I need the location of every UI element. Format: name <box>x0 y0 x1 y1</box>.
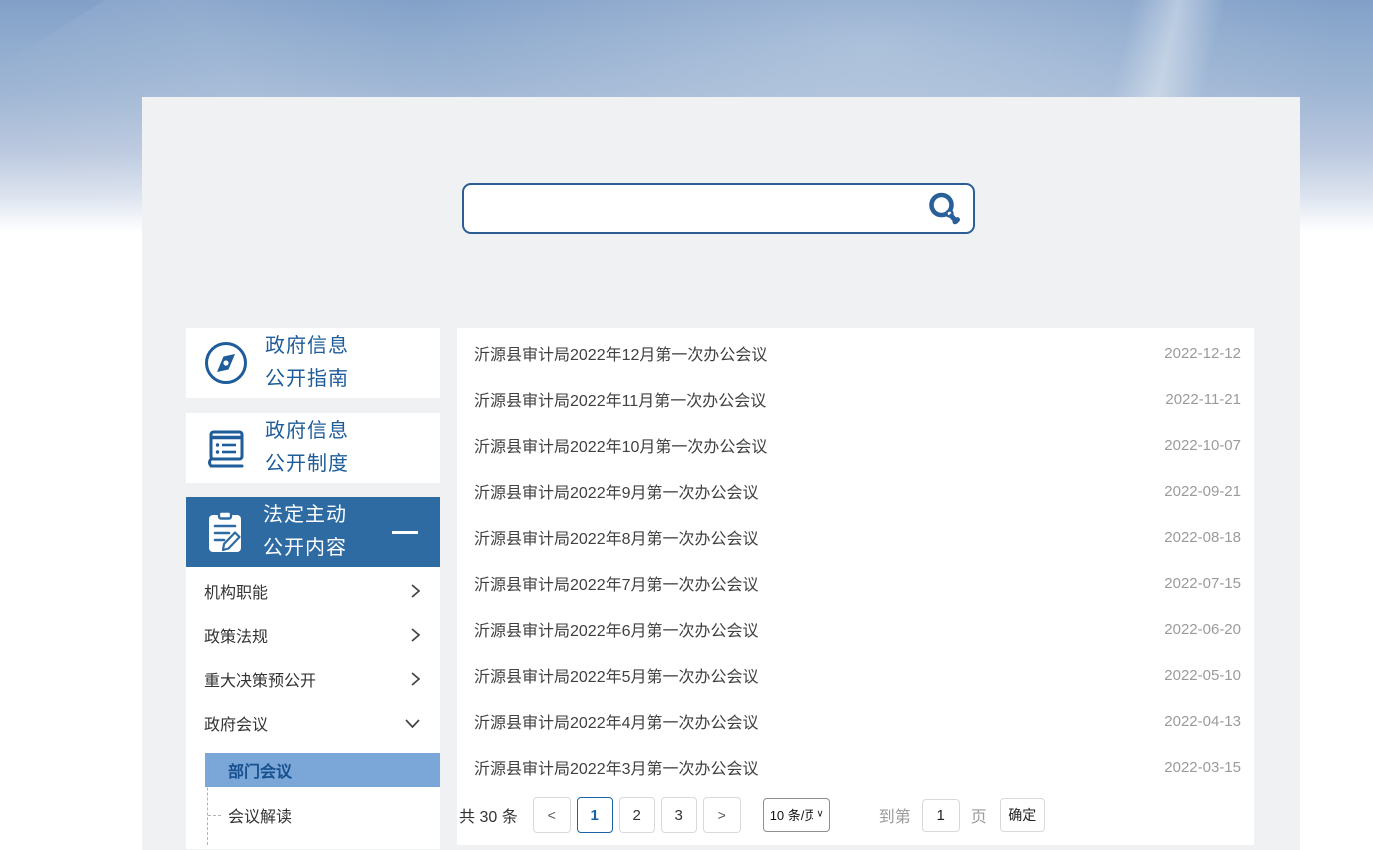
search-input[interactable] <box>464 185 915 232</box>
menu-item-label: 机构职能 <box>204 579 268 603</box>
article-date: 2022-08-18 <box>1164 529 1241 546</box>
menu-item-label: 重大决策预公开 <box>204 667 316 691</box>
article-link[interactable]: 沂源县审计局2022年8月第一次办公会议 <box>474 525 759 549</box>
sidebar-item-policies[interactable]: 政策法规 <box>186 613 440 657</box>
page-button-1[interactable]: 1 <box>577 797 613 833</box>
list-item: 沂源县审计局2022年11月第一次办公会议 2022-11-21 <box>457 376 1254 422</box>
next-page-button[interactable]: > <box>703 797 741 833</box>
goto-page-input[interactable] <box>922 799 960 832</box>
sidebar-card-label: 法定主动 公开内容 <box>263 499 347 565</box>
compass-icon <box>202 339 250 387</box>
sidebar-card-label: 政府信息 公开制度 <box>265 415 349 481</box>
submenu-item-label: 部门会议 <box>228 758 292 782</box>
article-date: 2022-09-21 <box>1164 483 1241 500</box>
sidebar-menu: 机构职能 政策法规 重大决策预公开 <box>186 567 440 849</box>
sidebar-item-gov-meetings[interactable]: 政府会议 <box>186 701 440 745</box>
menu-item-label: 政策法规 <box>204 623 268 647</box>
list-item: 沂源县审计局2022年4月第一次办公会议 2022-04-13 <box>457 698 1254 744</box>
clipboard-edit-icon <box>202 508 248 556</box>
menu-item-label: 政府会议 <box>204 711 268 735</box>
article-date: 2022-11-21 <box>1165 391 1241 408</box>
list-item: 沂源县审计局2022年8月第一次办公会议 2022-08-18 <box>457 514 1254 560</box>
chevron-right-icon <box>410 583 421 599</box>
article-date: 2022-10-07 <box>1164 437 1241 454</box>
sidebar-item-meeting-interpretation[interactable]: 会议解读 <box>186 793 440 837</box>
sidebar-item-org-functions[interactable]: 机构职能 <box>186 569 440 613</box>
search-button[interactable] <box>915 185 973 232</box>
list-item: 沂源县审计局2022年3月第一次办公会议 2022-03-15 <box>457 744 1254 790</box>
pagination-bar: 共 30 条 < 1 2 3 > 10 条/页 ∨ 到第 页 确定 <box>457 795 1254 835</box>
search-magnifier-icon <box>926 191 962 227</box>
article-link[interactable]: 沂源县审计局2022年6月第一次办公会议 <box>474 617 759 641</box>
collapse-minus-icon[interactable] <box>392 531 418 534</box>
article-date: 2022-07-15 <box>1164 575 1241 592</box>
notebook-icon <box>202 424 250 472</box>
submenu-item-label: 会议解读 <box>228 803 292 827</box>
tree-dash-connector <box>208 815 221 816</box>
page-size-select-wrap: 10 条/页 ∨ <box>763 798 830 832</box>
article-date: 2022-05-10 <box>1164 667 1241 684</box>
page-button-3[interactable]: 3 <box>661 797 697 833</box>
total-count-label: 共 30 条 <box>459 803 518 827</box>
gov-meetings-submenu: 部门会议 会议解读 <box>186 753 440 837</box>
list-item: 沂源县审计局2022年5月第一次办公会议 2022-05-10 <box>457 652 1254 698</box>
article-date: 2022-12-12 <box>1164 345 1241 362</box>
sidebar-card-gov-info-guide[interactable]: 政府信息 公开指南 <box>186 328 440 398</box>
confirm-button[interactable]: 确定 <box>1000 798 1045 832</box>
sidebar-item-department-meetings[interactable]: 部门会议 <box>205 753 440 787</box>
chevron-right-icon <box>410 627 421 643</box>
article-date: 2022-06-20 <box>1164 621 1241 638</box>
page: 政府信息 公开指南 政府信息 <box>0 0 1373 850</box>
sidebar-card-gov-info-system[interactable]: 政府信息 公开制度 <box>186 413 440 483</box>
list-item: 沂源县审计局2022年9月第一次办公会议 2022-09-21 <box>457 468 1254 514</box>
goto-page-suffix: 页 <box>971 803 987 827</box>
chevron-right-icon <box>410 671 421 687</box>
article-date: 2022-03-15 <box>1164 759 1241 776</box>
article-link[interactable]: 沂源县审计局2022年12月第一次办公会议 <box>474 341 767 365</box>
article-link[interactable]: 沂源县审计局2022年5月第一次办公会议 <box>474 663 759 687</box>
list-item: 沂源县审计局2022年6月第一次办公会议 2022-06-20 <box>457 606 1254 652</box>
goto-page-prefix: 到第 <box>879 803 911 827</box>
sidebar: 政府信息 公开指南 政府信息 <box>186 328 440 849</box>
article-link[interactable]: 沂源县审计局2022年11月第一次办公会议 <box>474 387 766 411</box>
page-button-2[interactable]: 2 <box>619 797 655 833</box>
article-link[interactable]: 沂源县审计局2022年10月第一次办公会议 <box>474 433 767 457</box>
page-size-select[interactable]: 10 条/页 <box>763 798 830 832</box>
article-date: 2022-04-13 <box>1164 713 1241 730</box>
search-bar <box>462 183 975 234</box>
content-panel: 政府信息 公开指南 政府信息 <box>142 97 1300 850</box>
article-list: 沂源县审计局2022年12月第一次办公会议 2022-12-12 沂源县审计局2… <box>457 328 1254 845</box>
article-link[interactable]: 沂源县审计局2022年3月第一次办公会议 <box>474 755 759 779</box>
list-item: 沂源县审计局2022年10月第一次办公会议 2022-10-07 <box>457 422 1254 468</box>
chevron-down-icon <box>404 718 421 729</box>
prev-page-button[interactable]: < <box>533 797 571 833</box>
sidebar-item-major-decisions[interactable]: 重大决策预公开 <box>186 657 440 701</box>
sidebar-card-label: 政府信息 公开指南 <box>265 330 349 396</box>
article-link[interactable]: 沂源县审计局2022年7月第一次办公会议 <box>474 571 759 595</box>
list-item: 沂源县审计局2022年12月第一次办公会议 2022-12-12 <box>457 330 1254 376</box>
sidebar-card-statutory-disclosure[interactable]: 法定主动 公开内容 <box>186 497 440 567</box>
article-link[interactable]: 沂源县审计局2022年9月第一次办公会议 <box>474 479 759 503</box>
article-link[interactable]: 沂源县审计局2022年4月第一次办公会议 <box>474 709 759 733</box>
list-item: 沂源县审计局2022年7月第一次办公会议 2022-07-15 <box>457 560 1254 606</box>
